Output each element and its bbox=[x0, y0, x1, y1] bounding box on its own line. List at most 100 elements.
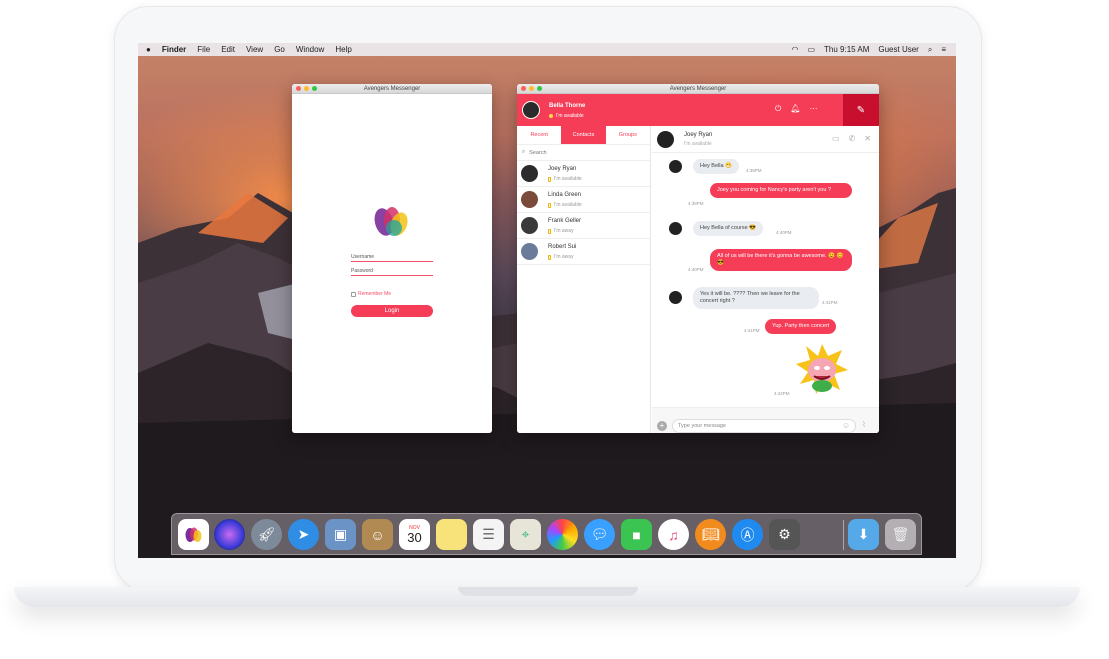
battery-icon[interactable]: ▭ bbox=[807, 45, 815, 54]
reminders-icon[interactable]: ☰ bbox=[473, 519, 504, 550]
password-field[interactable]: Password bbox=[351, 266, 433, 276]
messages-icon[interactable]: 💬︎ bbox=[584, 519, 615, 550]
photos-icon[interactable] bbox=[547, 519, 578, 550]
siri-icon[interactable] bbox=[214, 519, 245, 550]
spotlight-icon[interactable]: ⌕ bbox=[928, 45, 932, 55]
contact-item[interactable]: Robert Sui I'm away bbox=[517, 239, 650, 265]
add-icon[interactable]: + bbox=[657, 421, 667, 431]
remember-checkbox[interactable] bbox=[351, 291, 356, 297]
messenger-window-title: Avengers Messenger bbox=[669, 86, 727, 92]
search-label: Search bbox=[529, 149, 547, 156]
power-icon[interactable]: ⏻ bbox=[775, 104, 781, 114]
window-controls bbox=[521, 86, 542, 91]
contacts-pane: Recent Contacts Groups ⌕ Search Joey Rya… bbox=[517, 126, 651, 433]
contact-status-text: I'm away bbox=[554, 228, 574, 234]
login-window: Avengers Messenger Username Password Rem… bbox=[292, 84, 492, 433]
close-chat-icon[interactable]: ✕ bbox=[864, 134, 871, 143]
notification-center-icon[interactable]: ≡ bbox=[941, 45, 946, 54]
message-bubble: Hey Bella 😁 bbox=[693, 159, 739, 174]
downloads-folder-icon[interactable]: ⬇ bbox=[848, 519, 879, 550]
tab-contacts[interactable]: Contacts bbox=[561, 126, 606, 144]
message-time: 4:40PM bbox=[688, 267, 704, 272]
messenger-app-icon[interactable] bbox=[178, 519, 209, 550]
desktop-stage: ● Finder File Edit View Go Window Help ◠… bbox=[0, 0, 1109, 659]
tab-groups[interactable]: Groups bbox=[606, 126, 650, 144]
message-time: 4:41PM bbox=[822, 300, 838, 305]
apple-menu-icon[interactable]: ● bbox=[146, 45, 151, 54]
contact-item[interactable]: Frank Geller I'm away bbox=[517, 213, 650, 239]
notes-icon[interactable] bbox=[436, 519, 467, 550]
safari-icon[interactable]: ➤ bbox=[288, 519, 319, 550]
chat-contact-status: I'm available bbox=[684, 141, 712, 147]
message-time: 4:38PM bbox=[688, 201, 704, 206]
current-user-status: I'm available bbox=[549, 113, 584, 119]
contact-status-text: I'm away bbox=[554, 254, 574, 260]
itunes-icon[interactable]: ♫ bbox=[658, 519, 689, 550]
bell-icon[interactable]: 🔔︎ bbox=[790, 104, 800, 114]
message-time: 4:38PM bbox=[746, 168, 762, 173]
menu-view[interactable]: View bbox=[246, 45, 263, 54]
close-icon[interactable] bbox=[521, 86, 526, 91]
clock[interactable]: Thu 9:15 AM bbox=[824, 45, 869, 54]
message-bubble: Joey you coming for Nancy's party aren't… bbox=[710, 183, 852, 198]
contacts-icon[interactable]: ☺ bbox=[362, 519, 393, 550]
launchpad-icon[interactable]: 🚀︎ bbox=[251, 519, 282, 550]
menu-window[interactable]: Window bbox=[296, 45, 324, 54]
contact-status: I'm available bbox=[548, 176, 582, 182]
calendar-icon[interactable]: NOV 30 bbox=[399, 519, 430, 550]
login-button[interactable]: Login bbox=[351, 305, 433, 317]
tab-recent[interactable]: Recent bbox=[517, 126, 561, 144]
avatar[interactable] bbox=[522, 101, 540, 119]
laptop-notch bbox=[458, 587, 638, 596]
user-menu[interactable]: Guest User bbox=[878, 45, 918, 54]
zoom-icon[interactable] bbox=[312, 86, 317, 91]
zoom-icon[interactable] bbox=[537, 86, 542, 91]
message-bubble: Yup. Party then concert bbox=[765, 319, 837, 334]
avatar bbox=[521, 191, 538, 208]
message-time: 4:42PM bbox=[774, 391, 790, 396]
menu-file[interactable]: File bbox=[197, 45, 210, 54]
minimize-icon[interactable] bbox=[529, 86, 534, 91]
more-icon[interactable]: ⋯ bbox=[809, 104, 817, 114]
app-logo-icon bbox=[185, 527, 201, 542]
menu-help[interactable]: Help bbox=[335, 45, 351, 54]
remember-me[interactable]: Remember Me bbox=[351, 291, 391, 297]
menu-bar: ● Finder File Edit View Go Window Help ◠… bbox=[138, 43, 956, 56]
trash-icon[interactable]: 🗑︎ bbox=[885, 519, 916, 550]
wifi-icon[interactable]: ◠ bbox=[791, 45, 798, 54]
message-bubble: Hey Bella of course 😎 bbox=[693, 221, 764, 236]
emoji-icon[interactable]: ☺ bbox=[842, 421, 850, 430]
contact-status-text: I'm available bbox=[554, 202, 582, 208]
status-dot-icon bbox=[549, 114, 553, 118]
username-field[interactable]: Username bbox=[351, 252, 433, 262]
maps-icon[interactable]: ⌖ bbox=[510, 519, 541, 550]
contact-name: Frank Geller bbox=[548, 218, 582, 224]
tab-bar: Recent Contacts Groups bbox=[517, 126, 650, 145]
close-icon[interactable] bbox=[296, 86, 301, 91]
app-menu[interactable]: Finder bbox=[162, 45, 186, 54]
contact-item[interactable]: Linda Green I'm available bbox=[517, 187, 650, 213]
contact-item[interactable]: Joey Ryan I'm available bbox=[517, 161, 650, 187]
message-bubble: Yes it will be. ???? Then we leave for t… bbox=[693, 287, 819, 309]
minimize-icon[interactable] bbox=[304, 86, 309, 91]
phone-icon[interactable]: ✆ bbox=[849, 134, 856, 143]
video-call-icon[interactable]: ▭ bbox=[832, 134, 840, 143]
app-store-icon[interactable]: Ⓐ bbox=[732, 519, 763, 550]
attachment-icon[interactable]: ⌇ bbox=[862, 420, 866, 429]
avatar bbox=[669, 222, 682, 235]
system-preferences-icon[interactable]: ⚙ bbox=[769, 519, 800, 550]
message-input[interactable]: Type your message bbox=[672, 419, 856, 433]
menu-go[interactable]: Go bbox=[274, 45, 285, 54]
dock-separator bbox=[843, 520, 844, 550]
menu-edit[interactable]: Edit bbox=[221, 45, 235, 54]
status-icon bbox=[548, 228, 551, 234]
messenger-body: Bella Thorne I'm available ⏻ 🔔︎ ⋯ ✎ Rece… bbox=[517, 94, 879, 433]
contact-status: I'm away bbox=[548, 228, 574, 234]
contact-search[interactable]: ⌕ Search bbox=[517, 145, 650, 161]
ibooks-icon[interactable]: 📖︎ bbox=[695, 519, 726, 550]
facetime-icon[interactable]: ■ bbox=[621, 519, 652, 550]
avatar[interactable] bbox=[657, 131, 674, 148]
contact-status-text: I'm available bbox=[554, 176, 582, 182]
preview-icon[interactable]: ▣ bbox=[325, 519, 356, 550]
compose-icon[interactable]: ✎ bbox=[843, 94, 879, 126]
